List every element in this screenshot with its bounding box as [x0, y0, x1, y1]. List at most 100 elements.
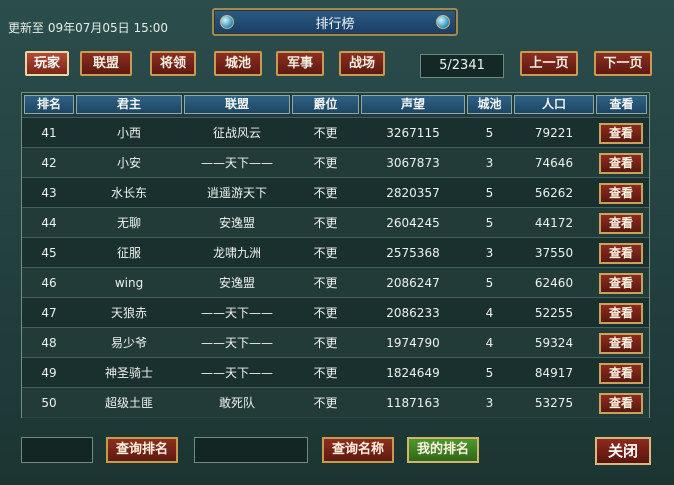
column-header-lord: 君主 [76, 95, 182, 114]
cell-rank: 45 [41, 246, 57, 260]
cell-lord: 神圣骑士 [104, 366, 153, 380]
page-indicator: 5/2341 [420, 54, 504, 78]
view-button[interactable]: 查看 [599, 123, 643, 144]
cell-cities: 4 [485, 336, 494, 350]
cell-alliance: 征战风云 [212, 126, 261, 140]
cell-alliance: ——天下—— [200, 306, 273, 320]
cell-population: 79221 [534, 126, 574, 140]
cell-title: 不更 [313, 306, 338, 320]
cell-alliance: 龙啸九洲 [212, 246, 261, 260]
cell-prestige: 3267115 [386, 126, 440, 140]
cell-population: 37550 [534, 246, 574, 260]
update-timestamp: 更新至 09年07月05日 15:00 [8, 21, 169, 35]
cell-rank: 48 [41, 336, 57, 350]
cell-lord: 小西 [116, 126, 141, 140]
gem-icon [436, 15, 450, 29]
cell-cities: 5 [485, 366, 494, 380]
cell-title: 不更 [313, 246, 338, 260]
table-row: 48 易少爷 ——天下—— 不更 1974790 4 59324 查看 [22, 327, 649, 358]
column-header-rank: 排名 [24, 95, 74, 114]
rank-query-input[interactable] [21, 437, 93, 463]
cell-cities: 3 [485, 396, 494, 410]
query-rank-button[interactable]: 查询排名 [106, 437, 178, 463]
title-bar: 排行榜 [212, 8, 458, 36]
cell-rank: 46 [41, 276, 57, 290]
cell-lord: 无聊 [116, 216, 141, 230]
tab-cities[interactable]: 城池 [214, 51, 262, 76]
view-button[interactable]: 查看 [599, 243, 643, 264]
cell-title: 不更 [313, 276, 338, 290]
tab-players[interactable]: 玩家 [25, 51, 69, 76]
cell-alliance: 敢死队 [218, 396, 255, 410]
cell-population: 74646 [534, 156, 574, 170]
cell-rank: 49 [41, 366, 57, 380]
cell-alliance: 安逸盟 [218, 276, 255, 290]
tab-military[interactable]: 军事 [276, 51, 324, 76]
table-row: 41 小西 征战风云 不更 3267115 5 79221 查看 [22, 117, 649, 148]
next-page-button[interactable]: 下一页 [594, 51, 652, 76]
column-header-alliance: 联盟 [184, 95, 290, 114]
cell-title: 不更 [313, 366, 338, 380]
cell-prestige: 2604245 [386, 216, 440, 230]
column-header-population: 人口 [514, 95, 594, 114]
cell-cities: 3 [485, 246, 494, 260]
cell-cities: 4 [485, 306, 494, 320]
view-button[interactable]: 查看 [599, 153, 643, 174]
cell-alliance: 逍遥游天下 [206, 186, 267, 200]
cell-prestige: 1187163 [386, 396, 440, 410]
cell-cities: 5 [485, 276, 494, 290]
name-query-input[interactable] [194, 437, 308, 463]
prev-page-button[interactable]: 上一页 [520, 51, 578, 76]
leaderboard-window: 更新至 09年07月05日 15:00 排行榜 玩家 联盟 将领 城池 军事 战… [0, 0, 674, 485]
tab-battlefield[interactable]: 战场 [339, 51, 385, 76]
cell-cities: 3 [485, 156, 494, 170]
cell-rank: 47 [41, 306, 57, 320]
table-row: 49 神圣骑士 ——天下—— 不更 1824649 5 84917 查看 [22, 357, 649, 388]
view-button[interactable]: 查看 [599, 213, 643, 234]
cell-alliance: ——天下—— [200, 336, 273, 350]
view-button[interactable]: 查看 [599, 273, 643, 294]
cell-prestige: 3067873 [386, 156, 440, 170]
cell-lord: 征服 [116, 246, 141, 260]
view-button[interactable]: 查看 [599, 303, 643, 324]
cell-rank: 42 [41, 156, 57, 170]
cell-rank: 44 [41, 216, 57, 230]
query-name-button[interactable]: 查询名称 [322, 437, 394, 463]
cell-population: 62460 [534, 276, 574, 290]
column-header-cities: 城池 [467, 95, 512, 114]
view-button[interactable]: 查看 [599, 393, 643, 414]
cell-prestige: 2575368 [386, 246, 440, 260]
tab-generals[interactable]: 将领 [150, 51, 196, 76]
table-row: 44 无聊 安逸盟 不更 2604245 5 44172 查看 [22, 207, 649, 238]
view-button[interactable]: 查看 [599, 333, 643, 354]
cell-title: 不更 [313, 156, 338, 170]
column-header-view: 查看 [596, 95, 647, 114]
table-header: 排名 君主 联盟 爵位 声望 城池 人口 查看 [22, 93, 649, 116]
cell-alliance: ——天下—— [200, 156, 273, 170]
tab-alliances[interactable]: 联盟 [80, 51, 132, 76]
column-header-prestige: 声望 [361, 95, 465, 114]
cell-prestige: 1974790 [386, 336, 440, 350]
view-button[interactable]: 查看 [599, 363, 643, 384]
cell-lord: wing [114, 276, 144, 290]
cell-cities: 5 [485, 186, 494, 200]
close-button[interactable]: 关闭 [595, 437, 651, 465]
cell-prestige: 1824649 [386, 366, 440, 380]
cell-rank: 50 [41, 396, 57, 410]
cell-lord: 水长东 [110, 186, 147, 200]
table-row: 50 超级土匪 敢死队 不更 1187163 3 53275 查看 [22, 387, 649, 418]
cell-title: 不更 [313, 216, 338, 230]
cell-rank: 41 [41, 126, 57, 140]
cell-cities: 5 [485, 216, 494, 230]
cell-title: 不更 [313, 396, 338, 410]
cell-lord: 超级土匪 [104, 396, 153, 410]
window-title: 排行榜 [315, 17, 355, 32]
cell-title: 不更 [313, 336, 338, 350]
table-row: 45 征服 龙啸九洲 不更 2575368 3 37550 查看 [22, 237, 649, 268]
my-rank-button[interactable]: 我的排名 [407, 437, 479, 463]
view-button[interactable]: 查看 [599, 183, 643, 204]
table-row: 47 天狼赤 ——天下—— 不更 2086233 4 52255 查看 [22, 297, 649, 328]
cell-prestige: 2086233 [386, 306, 440, 320]
cell-title: 不更 [313, 126, 338, 140]
cell-alliance: 安逸盟 [218, 216, 255, 230]
